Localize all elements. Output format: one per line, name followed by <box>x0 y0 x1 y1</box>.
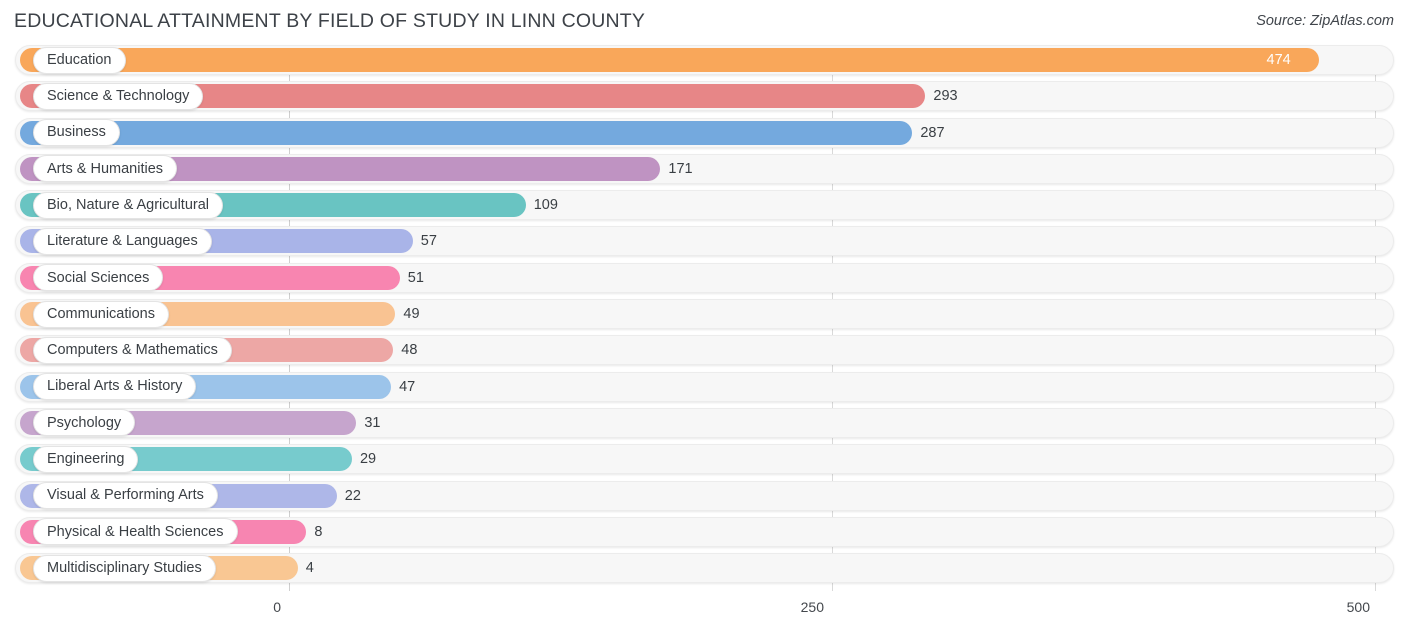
bar-label-pill: Multidisciplinary Studies <box>33 554 216 582</box>
bar-category-label: Computers & Mathematics <box>47 342 218 359</box>
bar-label-pill: Business <box>33 119 120 147</box>
bar-category-label: Science & Technology <box>47 88 190 105</box>
bar-value-label: 51 <box>407 269 424 286</box>
bar-label-pill: Bio, Nature & Agricultural <box>33 191 223 219</box>
bar-row: Business 287 <box>0 117 1406 148</box>
chart-plot-area: Education 474 Science & Technology 293 Busin… <box>0 45 1406 595</box>
bar-row: Arts & Humanities 171 <box>0 153 1406 184</box>
bar-row: Social Sciences 51 <box>0 262 1406 293</box>
bar-label-pill: Liberal Arts & History <box>33 373 197 401</box>
bar-category-label: Engineering <box>47 451 125 468</box>
bar-category-label: Literature & Languages <box>47 233 198 250</box>
bar-label-pill: Psychology <box>33 409 136 437</box>
x-axis-tick: 500 <box>1346 599 1370 615</box>
bar-value-label: 22 <box>344 487 361 504</box>
bar-row: Computers & Mathematics 48 <box>0 335 1406 366</box>
bar-label-pill: Physical & Health Sciences <box>33 518 238 546</box>
bar-value-label: 474 <box>1266 52 1291 68</box>
bar-value-label: 171 <box>668 160 693 177</box>
source-attribution: Source: ZipAtlas.com <box>1256 13 1394 29</box>
bar-category-label: Visual & Performing Arts <box>47 487 204 504</box>
bar-row: Engineering 29 <box>0 444 1406 475</box>
bar-value-label: 31 <box>364 414 381 431</box>
bar-value-label: 49 <box>403 306 420 323</box>
bar-row: Multidisciplinary Studies 4 <box>0 553 1406 584</box>
bar-category-label: Social Sciences <box>47 269 150 286</box>
bar-category-label: Multidisciplinary Studies <box>47 559 202 576</box>
bar-category-label: Business <box>47 124 106 141</box>
bar-row: Education 474 <box>0 45 1406 75</box>
bar-label-pill: Visual & Performing Arts <box>33 482 218 510</box>
bar-value-label: 109 <box>533 197 558 214</box>
bar-business[interactable] <box>20 120 913 145</box>
bar-row: Psychology 31 <box>0 407 1406 438</box>
bar-label-pill: Social Sciences <box>33 264 164 292</box>
bar-value-label: 293 <box>933 88 958 105</box>
bar-category-label: Communications <box>47 305 155 322</box>
bar-education[interactable] <box>20 48 1319 72</box>
bar-category-label: Psychology <box>47 414 122 431</box>
x-axis-tick: 250 <box>800 599 824 615</box>
bar-value-label: 287 <box>920 124 945 141</box>
bar-category-label: Liberal Arts & History <box>47 378 183 395</box>
bar-label-pill: Engineering <box>33 445 139 473</box>
bar-category-label: Physical & Health Sciences <box>47 523 224 540</box>
bar-row: Liberal Arts & History 47 <box>0 371 1406 402</box>
bar-value-label: 48 <box>401 342 418 359</box>
bar-row: Science & Technology 293 <box>0 81 1406 112</box>
bar-label-pill: Communications <box>33 300 169 328</box>
bar-category-label: Bio, Nature & Agricultural <box>47 196 209 213</box>
page-title: EDUCATIONAL ATTAINMENT BY FIELD OF STUDY… <box>14 10 646 32</box>
bar-label-pill: Literature & Languages <box>33 227 212 255</box>
bar-label-pill: Education <box>33 46 126 74</box>
x-axis-tick: 0 <box>273 599 281 615</box>
x-axis: 0 250 500 <box>0 595 1406 631</box>
bar-category-label: Arts & Humanities <box>47 160 164 177</box>
bar-label-pill: Arts & Humanities <box>33 155 178 183</box>
bar-row: Visual & Performing Arts 22 <box>0 480 1406 511</box>
bar-row: Literature & Languages 57 <box>0 226 1406 257</box>
chart-header: EDUCATIONAL ATTAINMENT BY FIELD OF STUDY… <box>0 0 1406 45</box>
bar-value-label: 47 <box>399 378 416 395</box>
bar-value-label: 4 <box>305 560 314 577</box>
bar-row: Communications 49 <box>0 299 1406 330</box>
bar-label-pill: Computers & Mathematics <box>33 336 232 364</box>
bar-value-label: 57 <box>420 233 437 250</box>
bar-row: Bio, Nature & Agricultural 109 <box>0 190 1406 221</box>
bar-value-label: 8 <box>314 523 323 540</box>
bar-label-pill: Science & Technology <box>33 82 204 110</box>
bar-row: Physical & Health Sciences 8 <box>0 516 1406 547</box>
bar-value-label: 29 <box>359 451 377 468</box>
bar-rows: Education 474 Science & Technology 293 Busin… <box>0 45 1406 589</box>
bar-category-label: Education <box>47 51 112 68</box>
